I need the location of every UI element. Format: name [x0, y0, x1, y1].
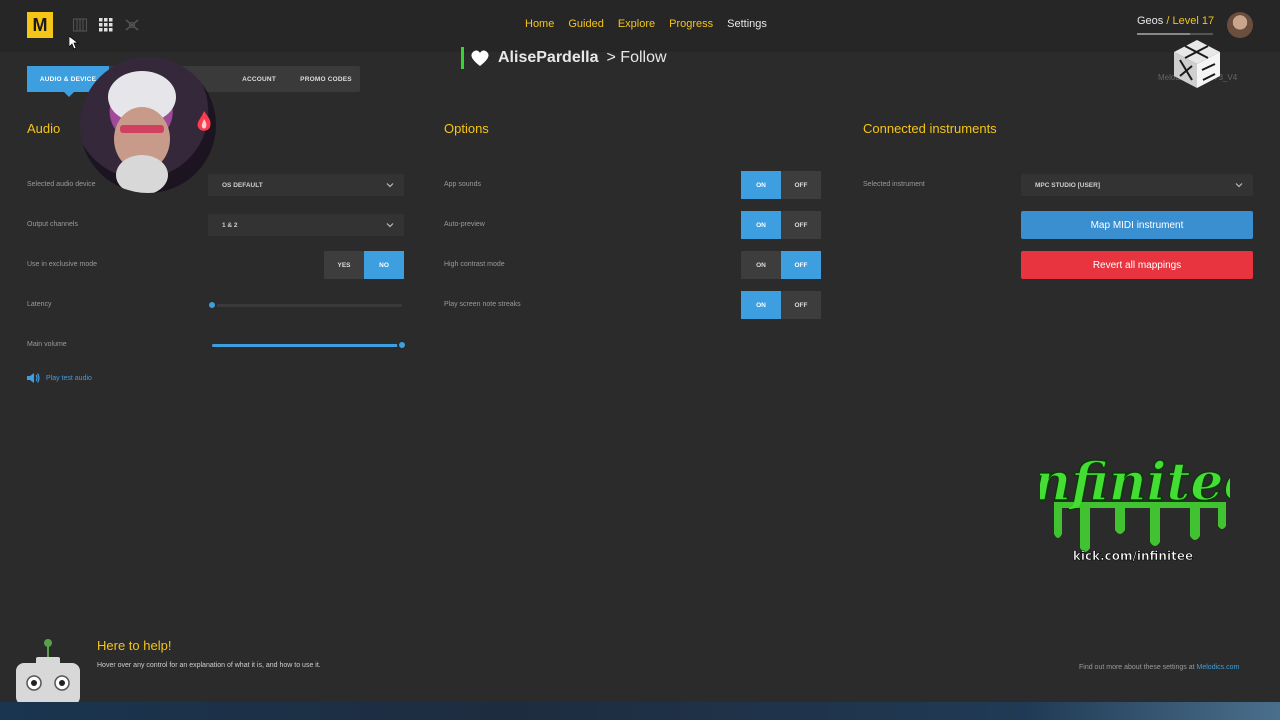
heart-icon: [471, 50, 489, 66]
chevron-down-icon: [1235, 183, 1243, 188]
nav-guided[interactable]: Guided: [568, 18, 603, 30]
follow-text: > Follow: [606, 49, 667, 66]
audio-device-label: Selected audio device: [27, 181, 96, 188]
output-channels-dropdown[interactable]: 1 & 2: [208, 214, 404, 236]
exclusive-no-button[interactable]: NO: [364, 251, 404, 279]
play-test-audio-label: Play test audio: [46, 374, 92, 382]
help-find-more-text: Find out more about these settings at: [1079, 664, 1195, 671]
app-sounds-toggle: ON OFF: [741, 171, 821, 199]
main-volume-fill: [212, 344, 402, 347]
flame-icon: [197, 111, 211, 131]
kick-url: kick.com/infinitee: [1073, 549, 1193, 563]
stream-follow-overlay: AlisePardella > Follow: [461, 47, 667, 69]
piano-view-icon[interactable]: [70, 14, 90, 36]
chevron-down-icon: [386, 223, 394, 228]
output-channels-label: Output channels: [27, 221, 78, 228]
audio-section-title: Audio: [27, 121, 61, 136]
instrument-dropdown[interactable]: MPC STUDIO [USER]: [1021, 174, 1253, 196]
play-test-audio-button[interactable]: Play test audio: [26, 372, 92, 384]
bottom-strip: [0, 702, 1280, 720]
help-footer-link: Find out more about these settings at Me…: [1079, 664, 1239, 671]
grid-view-icon[interactable]: [96, 14, 116, 36]
main-nav: Home Guided Explore Progress Settings: [525, 18, 767, 30]
tab-promo-codes[interactable]: Promo Codes: [292, 66, 360, 92]
tab-account[interactable]: Account: [209, 66, 292, 92]
nav-home[interactable]: Home: [525, 18, 554, 30]
high-contrast-toggle: ON OFF: [741, 251, 821, 279]
user-info[interactable]: Geos / Level 17: [1137, 15, 1214, 27]
audio-device-value: OS DEFAULT: [222, 181, 263, 189]
map-midi-button[interactable]: Map MIDI instrument: [1021, 211, 1253, 239]
latency-slider[interactable]: [212, 304, 402, 307]
level-progress-bar: [1137, 33, 1213, 35]
output-channels-value: 1 & 2: [222, 221, 238, 229]
app-sounds-on-button[interactable]: ON: [741, 171, 781, 199]
nav-progress[interactable]: Progress: [669, 18, 713, 30]
mouse-cursor-icon: [69, 36, 79, 50]
streamer-name: AlisePardella: [498, 49, 599, 66]
help-title: Here to help!: [97, 638, 172, 653]
speaker-icon: [27, 373, 40, 383]
latency-label: Latency: [27, 301, 52, 308]
melodics-link[interactable]: Melodics.com: [1197, 664, 1240, 671]
instrument-value: MPC STUDIO [USER]: [1035, 181, 1100, 189]
instruments-section-title: Connected instruments: [863, 121, 997, 136]
cube-overlay-icon: [1174, 40, 1220, 88]
infinitee-logo: infinitee kick.com/infinitee: [1040, 451, 1230, 563]
auto-preview-label: Auto-preview: [444, 221, 485, 228]
top-bar: M Home Guided Explore Progress Settings …: [0, 0, 1280, 52]
exclusive-mode-label: Use in exclusive mode: [27, 261, 98, 268]
options-section-title: Options: [444, 121, 489, 136]
auto-preview-off-button[interactable]: OFF: [781, 211, 821, 239]
note-streaks-toggle: ON OFF: [741, 291, 821, 319]
main-volume-label: Main volume: [27, 341, 67, 348]
audio-device-dropdown[interactable]: OS DEFAULT: [208, 174, 404, 196]
view-switcher: [70, 14, 142, 36]
user-level: / Level 17: [1166, 15, 1215, 27]
note-streaks-label: Play screen note streaks: [444, 301, 521, 308]
exclusive-mode-toggle: YES NO: [324, 251, 404, 279]
melodics-logo[interactable]: M: [27, 12, 53, 38]
user-name: Geos: [1137, 15, 1164, 27]
main-volume-slider-thumb[interactable]: [397, 340, 407, 350]
avatar[interactable]: [1227, 12, 1253, 38]
app-sounds-label: App sounds: [444, 181, 481, 188]
exclusive-yes-button[interactable]: YES: [324, 251, 364, 279]
app-sounds-off-button[interactable]: OFF: [781, 171, 821, 199]
auto-preview-toggle: ON OFF: [741, 211, 821, 239]
high-contrast-label: High contrast mode: [444, 261, 505, 268]
note-streaks-on-button[interactable]: ON: [741, 291, 781, 319]
note-streaks-off-button[interactable]: OFF: [781, 291, 821, 319]
chevron-down-icon: [386, 183, 394, 188]
high-contrast-on-button[interactable]: ON: [741, 251, 781, 279]
revert-mappings-button[interactable]: Revert all mappings: [1021, 251, 1253, 279]
auto-preview-on-button[interactable]: ON: [741, 211, 781, 239]
selected-instrument-label: Selected instrument: [863, 181, 925, 188]
drum-view-icon[interactable]: [122, 14, 142, 36]
help-text: Hover over any control for an explanatio…: [97, 662, 321, 669]
robot-helper-icon: [16, 639, 80, 705]
high-contrast-off-button[interactable]: OFF: [781, 251, 821, 279]
nav-explore[interactable]: Explore: [618, 18, 655, 30]
nav-settings[interactable]: Settings: [727, 18, 767, 30]
latency-slider-thumb[interactable]: [207, 300, 217, 310]
